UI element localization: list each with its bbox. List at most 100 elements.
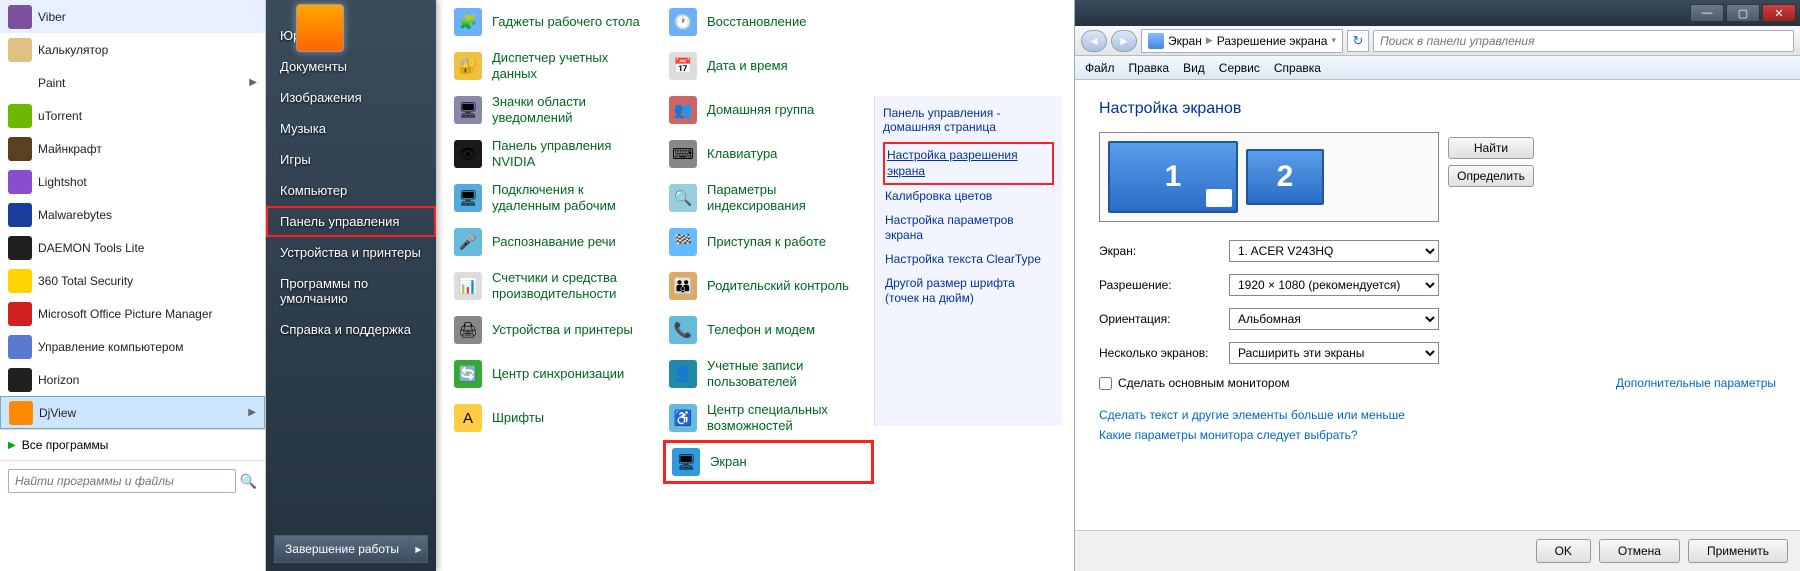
program-item[interactable]: Viber — [0, 0, 265, 33]
control-panel-sidebar: Панель управления - домашняя страница На… — [874, 96, 1062, 426]
cp-label: Параметры индексирования — [707, 182, 868, 213]
breadcrumb-seg1: Экран — [1168, 34, 1202, 48]
breadcrumb[interactable]: Экран ▶ Разрешение экрана ▾ — [1141, 29, 1343, 53]
back-button[interactable]: ◄ — [1081, 30, 1107, 52]
program-label: Microsoft Office Picture Manager — [38, 307, 213, 321]
places-item[interactable]: Музыка — [266, 113, 436, 144]
orientation-label: Ориентация: — [1099, 312, 1229, 326]
monitor-2[interactable]: 2 — [1246, 149, 1324, 205]
cp-side-link[interactable]: Настройка текста ClearType — [883, 248, 1054, 272]
program-item[interactable]: DAEMON Tools Lite — [0, 231, 265, 264]
places-item[interactable]: Документы — [266, 51, 436, 82]
menu-item[interactable]: Сервис — [1219, 61, 1260, 75]
app-icon — [8, 269, 32, 293]
cp-item[interactable]: 🔄 Центр синхронизации — [448, 352, 659, 396]
cp-item[interactable]: 🖥 Значки области уведомлений — [448, 88, 659, 132]
program-item[interactable]: Paint ▶ — [0, 66, 265, 99]
cp-item[interactable]: 🔍 Параметры индексирования — [663, 176, 874, 220]
cp-item[interactable]: 👤 Учетные записи пользователей — [663, 352, 874, 396]
program-item[interactable]: uTorrent — [0, 99, 265, 132]
cp-side-link[interactable]: Настройка разрешения экрана — [883, 142, 1054, 185]
cp-item[interactable]: 🎤 Распознавание речи — [448, 220, 659, 264]
menu-item[interactable]: Правка — [1129, 61, 1170, 75]
shutdown-dropdown[interactable]: ▶ — [410, 535, 428, 563]
monitor-1[interactable]: 1 — [1108, 141, 1238, 213]
cp-icon: 📅 — [669, 52, 697, 80]
cp-search-input[interactable] — [1373, 30, 1794, 52]
cancel-button[interactable]: Отмена — [1599, 539, 1680, 563]
program-item[interactable]: Управление компьютером — [0, 330, 265, 363]
cp-item[interactable]: 🖨 Устройства и принтеры — [448, 308, 659, 352]
shutdown-button[interactable]: Завершение работы — [274, 535, 410, 563]
detect-button[interactable]: Определить — [1448, 165, 1534, 187]
places-item[interactable]: Справка и поддержка — [266, 314, 436, 345]
chevron-right-icon: ▶ — [8, 440, 16, 451]
cp-icon: 🏁 — [669, 228, 697, 256]
monitor-preview[interactable]: 1 2 Найти Определить — [1099, 132, 1439, 222]
find-button[interactable]: Найти — [1448, 137, 1534, 159]
cp-icon: 🖥 — [672, 448, 700, 476]
cp-item[interactable]: 🧩 Гаджеты рабочего стола — [448, 0, 659, 44]
app-icon — [8, 368, 32, 392]
close-button[interactable]: ✕ — [1762, 4, 1796, 22]
screen-select[interactable]: 1. ACER V243HQ — [1229, 240, 1439, 262]
cp-item[interactable]: 🕐 Восстановление — [663, 0, 874, 44]
cp-item[interactable]: A Шрифты — [448, 396, 659, 440]
cp-item[interactable]: 📅 Дата и время — [663, 44, 874, 88]
places-item[interactable]: Устройства и принтеры — [266, 237, 436, 268]
forward-button[interactable]: ► — [1111, 30, 1137, 52]
program-item[interactable]: Microsoft Office Picture Manager — [0, 297, 265, 330]
text-size-link[interactable]: Сделать текст и другие элементы больше и… — [1099, 408, 1405, 422]
cp-item[interactable]: 🔐 Диспетчер учетных данных — [448, 44, 659, 88]
cp-side-link[interactable]: Настройка параметров экрана — [883, 209, 1054, 248]
cp-item[interactable]: ♿ Центр специальных возможностей — [663, 396, 874, 440]
all-programs-label: Все программы — [22, 438, 109, 452]
cp-item[interactable]: ⌨ Клавиатура — [663, 132, 874, 176]
primary-checkbox[interactable] — [1099, 377, 1112, 390]
program-item[interactable]: Калькулятор — [0, 33, 265, 66]
cp-item[interactable]: 📊 Счетчики и средства производительности — [448, 264, 659, 308]
cp-item[interactable]: 🏁 Приступая к работе — [663, 220, 874, 264]
cp-item[interactable]: 👪 Родительский контроль — [663, 264, 874, 308]
orientation-select[interactable]: Альбомная — [1229, 308, 1439, 330]
resolution-select[interactable]: 1920 × 1080 (рекомендуется) — [1229, 274, 1439, 296]
cp-label: Учетные записи пользователей — [707, 358, 868, 389]
places-item[interactable]: Программы по умолчанию — [266, 268, 436, 314]
nav-toolbar: ◄ ► Экран ▶ Разрешение экрана ▾ ↻ — [1075, 26, 1800, 56]
places-item[interactable]: Изображения — [266, 82, 436, 113]
menu-item[interactable]: Файл — [1085, 61, 1115, 75]
cp-item[interactable]: 🖥 Подключения к удаленным рабочим — [448, 176, 659, 220]
cp-item[interactable]: 👁 Панель управления NVIDIA — [448, 132, 659, 176]
program-item[interactable]: 360 Total Security — [0, 264, 265, 297]
advanced-link[interactable]: Дополнительные параметры — [1616, 376, 1776, 390]
menu-item[interactable]: Справка — [1274, 61, 1321, 75]
cp-item[interactable]: 📞 Телефон и модем — [663, 308, 874, 352]
ok-button[interactable]: OK — [1536, 539, 1591, 563]
minimize-button[interactable]: — — [1690, 4, 1724, 22]
places-item[interactable]: Юрец — [266, 20, 436, 51]
multi-select[interactable]: Расширить эти экраны — [1229, 342, 1439, 364]
search-input[interactable] — [8, 469, 236, 493]
places-item[interactable]: Компьютер — [266, 175, 436, 206]
menu-item[interactable]: Вид — [1183, 61, 1205, 75]
program-item[interactable]: Horizon — [0, 363, 265, 396]
cp-item[interactable]: 🖥 Экран — [663, 440, 874, 484]
places-item[interactable]: Игры — [266, 144, 436, 175]
cp-side-link[interactable]: Калибровка цветов — [883, 185, 1054, 209]
monitor-help-link[interactable]: Какие параметры монитора следует выбрать… — [1099, 428, 1358, 442]
cp-side-link[interactable]: Другой размер шрифта (точек на дюйм) — [883, 272, 1054, 311]
all-programs-button[interactable]: ▶ Все программы — [0, 429, 265, 460]
program-item[interactable]: Malwarebytes — [0, 198, 265, 231]
start-search: 🔍 — [0, 460, 265, 501]
refresh-button[interactable]: ↻ — [1347, 30, 1369, 52]
program-item[interactable]: DjView ▶ — [0, 396, 265, 429]
maximize-button[interactable]: ▢ — [1726, 4, 1760, 22]
places-item[interactable]: Панель управления — [266, 206, 436, 237]
program-item[interactable]: Майнкрафт — [0, 132, 265, 165]
apply-button[interactable]: Применить — [1688, 539, 1788, 563]
cp-icon: 🔄 — [454, 360, 482, 388]
cp-icon: 🔐 — [454, 52, 482, 80]
cp-icon: A — [454, 404, 482, 432]
program-item[interactable]: Lightshot — [0, 165, 265, 198]
cp-item[interactable]: 👥 Домашняя группа — [663, 88, 874, 132]
